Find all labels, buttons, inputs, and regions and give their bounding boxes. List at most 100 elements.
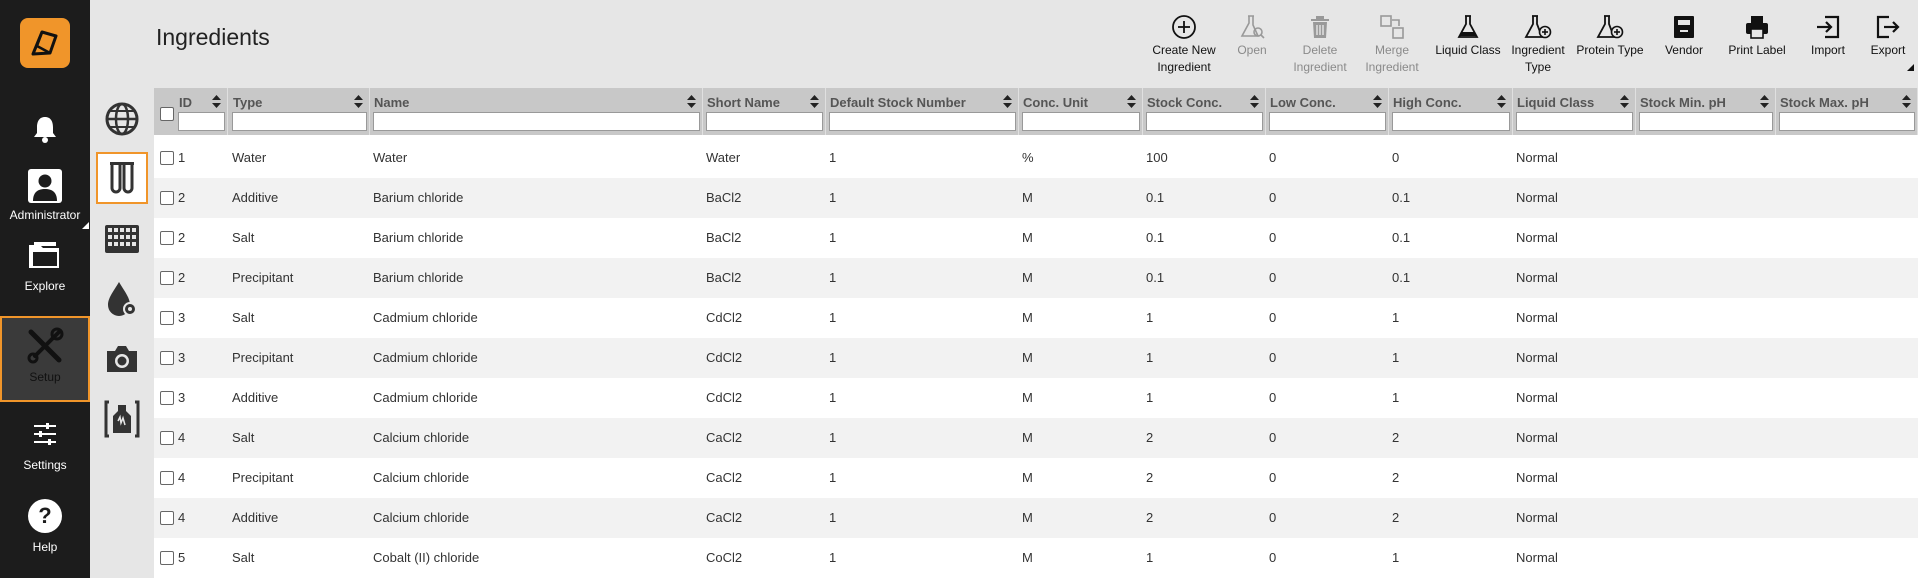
table-cell: Normal [1516, 230, 1558, 245]
row-checkbox[interactable] [160, 191, 174, 205]
row-checkbox[interactable] [160, 431, 174, 445]
print-label-button[interactable]: Print Label [1718, 14, 1796, 59]
column-filter-input[interactable] [373, 112, 700, 131]
table-cell: 1 [829, 150, 837, 165]
table-cell: 0 [1269, 230, 1277, 245]
subnav-liquid-settings[interactable] [99, 276, 145, 322]
column-filter-input[interactable] [706, 112, 823, 131]
table-cell: 2 [1392, 510, 1400, 525]
table-row[interactable]: 3 Salt Cadmium chloride CdCl2 1 M 1 0 1 Normal [154, 298, 1918, 338]
sort-icon[interactable] [212, 95, 221, 108]
delete-ingredient-label-2: Ingredient [1293, 60, 1347, 74]
app-logo[interactable] [20, 18, 70, 68]
row-checkbox[interactable] [160, 471, 174, 485]
nav-settings[interactable]: Settings [0, 420, 90, 472]
table-cell: M [1022, 430, 1033, 445]
subnav-globe[interactable] [99, 96, 145, 142]
admin-menu-caret-icon[interactable] [82, 222, 89, 229]
column-header[interactable]: High Conc. [1390, 88, 1513, 135]
table-row[interactable]: 4 Salt Calcium chloride CaCl2 1 M 2 0 2 Normal [154, 418, 1918, 458]
column-filter-input[interactable] [1779, 112, 1915, 131]
nav-administrator[interactable]: Administrator [0, 168, 90, 222]
table-row[interactable]: 1 Water Water Water 1% 100 0 0 Normal [154, 138, 1918, 178]
sort-icon[interactable] [1760, 95, 1769, 108]
table-row[interactable]: 2 Salt Barium chloride BaCl2 1 M 0.1 0 0.1 Normal [154, 218, 1918, 258]
table-row[interactable]: 4 Additive Calcium chloride CaCl2 1 M 2 0 2 Norma… [154, 498, 1918, 538]
table-cell: M [1022, 550, 1033, 565]
subnav-ingredients[interactable] [96, 152, 148, 204]
select-all-checkbox[interactable] [160, 107, 174, 121]
toolbar-more-caret-icon[interactable] [1907, 64, 1914, 71]
table-row[interactable]: 5 Salt Cobalt (II) chloride CoCl2 1 M 1 0 1 Norma… [154, 538, 1918, 578]
column-header[interactable]: Name [371, 88, 703, 135]
column-header[interactable]: Type [230, 88, 370, 135]
column-filter-input[interactable] [1022, 112, 1140, 131]
column-filter-input[interactable] [1516, 112, 1633, 131]
column-header[interactable]: Stock Min. pH [1637, 88, 1776, 135]
column-filter-input[interactable] [1269, 112, 1386, 131]
page-title: Ingredients [156, 24, 270, 50]
table-cell: 1 [1392, 310, 1400, 325]
table-cell: Salt [232, 310, 255, 325]
table-row[interactable]: 3 Additive Cadmium chloride CdCl2 1 M 1 0 1 Norma… [154, 378, 1918, 418]
create-ingredient-button[interactable]: Create New Ingredient [1148, 14, 1220, 76]
import-button[interactable]: Import [1802, 14, 1854, 59]
column-filter-input[interactable] [1639, 112, 1773, 131]
column-filter-input[interactable] [178, 112, 225, 131]
sort-icon[interactable] [1497, 95, 1506, 108]
table-row[interactable]: 2 Precipitant Barium chloride BaCl2 1 M 0.1 0 0.… [154, 258, 1918, 298]
sort-icon[interactable] [1250, 95, 1259, 108]
table-cell: Normal [1516, 350, 1558, 365]
subnav-plates[interactable] [99, 216, 145, 262]
column-header[interactable]: Stock Conc. [1144, 88, 1266, 135]
table-row[interactable]: 3 Precipitant Cadmium chloride CdCl2 1 M 1 0 1 No… [154, 338, 1918, 378]
ingredient-type-button[interactable]: Ingredient Type [1506, 14, 1570, 76]
row-checkbox[interactable] [160, 391, 174, 405]
column-header[interactable]: ID [176, 88, 228, 135]
nav-explore[interactable]: Explore [0, 237, 90, 293]
column-filter-input[interactable] [829, 112, 1016, 131]
nav-notifications[interactable] [0, 114, 90, 144]
row-checkbox[interactable] [160, 231, 174, 245]
sort-icon[interactable] [1902, 95, 1911, 108]
column-title: Low Conc. [1270, 95, 1336, 110]
table-row[interactable]: 4 Precipitant Calcium chloride CaCl2 1 M 2 0 2 No… [154, 458, 1918, 498]
column-title: Type [233, 95, 263, 110]
liquid-class-button[interactable]: Liquid Class [1430, 14, 1506, 59]
row-checkbox[interactable] [160, 511, 174, 525]
row-checkbox[interactable] [160, 151, 174, 165]
sort-icon[interactable] [687, 95, 696, 108]
nav-help[interactable]: ? Help [0, 498, 90, 554]
column-header[interactable]: Short Name [704, 88, 826, 135]
column-header[interactable]: Liquid Class [1514, 88, 1636, 135]
row-checkbox[interactable] [160, 351, 174, 365]
row-checkbox[interactable] [160, 311, 174, 325]
column-header[interactable]: Low Conc. [1267, 88, 1389, 135]
plate-grid-icon [105, 225, 139, 253]
sort-icon[interactable] [354, 95, 363, 108]
open-button[interactable]: Open [1230, 14, 1274, 59]
subnav-imaging[interactable] [99, 336, 145, 382]
table-cell: 0 [1269, 430, 1277, 445]
protein-type-button[interactable]: Protein Type [1570, 14, 1650, 59]
nav-setup[interactable]: Setup [0, 316, 90, 402]
column-filter-input[interactable] [232, 112, 367, 131]
sort-icon[interactable] [1373, 95, 1382, 108]
column-filter-input[interactable] [1146, 112, 1263, 131]
sort-icon[interactable] [1127, 95, 1136, 108]
delete-ingredient-button[interactable]: Delete Ingredient [1288, 14, 1352, 76]
row-checkbox[interactable] [160, 271, 174, 285]
row-checkbox[interactable] [160, 551, 174, 565]
column-header[interactable]: Stock Max. pH [1777, 88, 1918, 135]
vendor-button[interactable]: Vendor [1656, 14, 1712, 59]
column-filter-input[interactable] [1392, 112, 1510, 131]
merge-ingredient-button[interactable]: Merge Ingredient [1360, 14, 1424, 76]
subnav-reagent[interactable] [99, 396, 145, 442]
export-button[interactable]: Export [1860, 14, 1916, 59]
column-header[interactable]: Default Stock Number [827, 88, 1019, 135]
sort-icon[interactable] [810, 95, 819, 108]
sort-icon[interactable] [1620, 95, 1629, 108]
column-header[interactable]: Conc. Unit [1020, 88, 1143, 135]
sort-icon[interactable] [1003, 95, 1012, 108]
table-row[interactable]: 2 Additive Barium chloride BaCl2 1 M 0.1 0 0.1 No… [154, 178, 1918, 218]
